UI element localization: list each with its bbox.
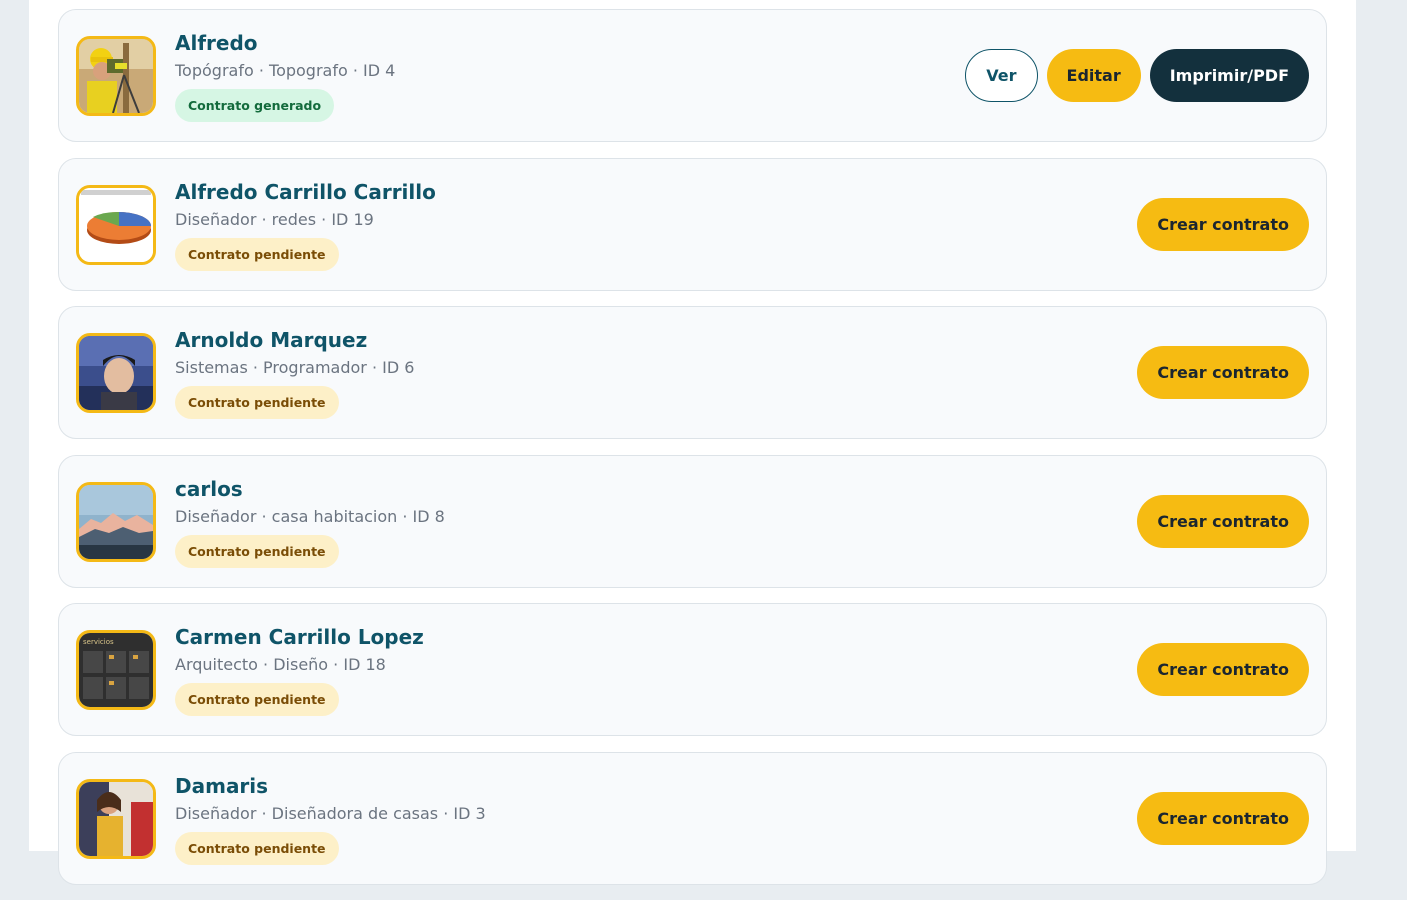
employee-avatar: [76, 481, 156, 562]
employee-meta: Sistemas · Programador · ID 6: [175, 358, 415, 377]
employee-card: servicios Carmen Carrillo Lopez Arquitec…: [58, 603, 1327, 736]
employee-card: carlos Diseñador · casa habitacion · ID …: [58, 454, 1327, 588]
create-contract-button[interactable]: Crear contrato: [1137, 643, 1309, 696]
status-badge: Contrato pendiente: [175, 386, 339, 419]
status-badge: Contrato pendiente: [175, 831, 339, 865]
create-contract-button[interactable]: Crear contrato: [1137, 346, 1309, 399]
employee-meta: Diseñador · Diseñadora de casas · ID 3: [175, 803, 486, 823]
employee-name: Arnoldo Marquez: [175, 328, 368, 352]
employee-card: Alfredo Topógrafo · Topografo · ID 4 Con…: [58, 9, 1327, 142]
employee-card: Damaris Diseñador · Diseñadora de casas …: [58, 751, 1327, 885]
employee-meta: Arquitecto · Diseño · ID 18: [175, 655, 386, 674]
employee-avatar: [76, 184, 156, 265]
content-panel: Alfredo Topógrafo · Topografo · ID 4 Con…: [29, 0, 1356, 885]
employee-name: carlos: [175, 476, 243, 501]
employee-name: Alfredo Carrillo Carrillo: [175, 179, 436, 204]
employee-name: Carmen Carrillo Lopez: [175, 625, 424, 649]
card-actions: Crear contrato: [1137, 791, 1309, 845]
employee-avatar: servicios: [76, 630, 156, 710]
edit-button[interactable]: Editar: [1046, 49, 1141, 102]
card-actions: Crear contrato: [1137, 197, 1309, 251]
employee-avatar: [76, 333, 156, 413]
create-contract-button[interactable]: Crear contrato: [1137, 197, 1309, 251]
employee-meta: Topógrafo · Topografo · ID 4: [175, 61, 396, 80]
print-pdf-button[interactable]: Imprimir/PDF: [1149, 49, 1309, 102]
employee-meta: Diseñador · casa habitacion · ID 8: [175, 506, 445, 526]
employee-avatar: [76, 778, 156, 859]
employee-meta: Diseñador · redes · ID 19: [175, 209, 374, 229]
view-button[interactable]: Ver: [965, 49, 1038, 102]
employee-card: Arnoldo Marquez Sistemas · Programador ·…: [58, 306, 1327, 439]
card-actions: Crear contrato: [1137, 643, 1309, 696]
create-contract-button[interactable]: Crear contrato: [1137, 494, 1309, 548]
employee-avatar: [76, 36, 156, 116]
card-actions: Crear contrato: [1137, 346, 1309, 399]
employee-card: Alfredo Carrillo Carrillo Diseñador · re…: [58, 157, 1327, 291]
avatar-caption: servicios: [83, 638, 114, 646]
card-actions: Crear contrato: [1137, 494, 1309, 548]
card-actions: Ver Editar Imprimir/PDF: [965, 49, 1309, 102]
status-badge: Contrato pendiente: [175, 534, 339, 568]
create-contract-button[interactable]: Crear contrato: [1137, 791, 1309, 845]
status-badge: Contrato pendiente: [175, 683, 339, 716]
employee-list: Alfredo Topógrafo · Topografo · ID 4 Con…: [58, 9, 1327, 900]
status-badge: Contrato generado: [175, 89, 335, 122]
employee-name: Alfredo: [175, 31, 258, 55]
employee-name: Damaris: [175, 773, 269, 798]
status-badge: Contrato pendiente: [175, 237, 339, 271]
